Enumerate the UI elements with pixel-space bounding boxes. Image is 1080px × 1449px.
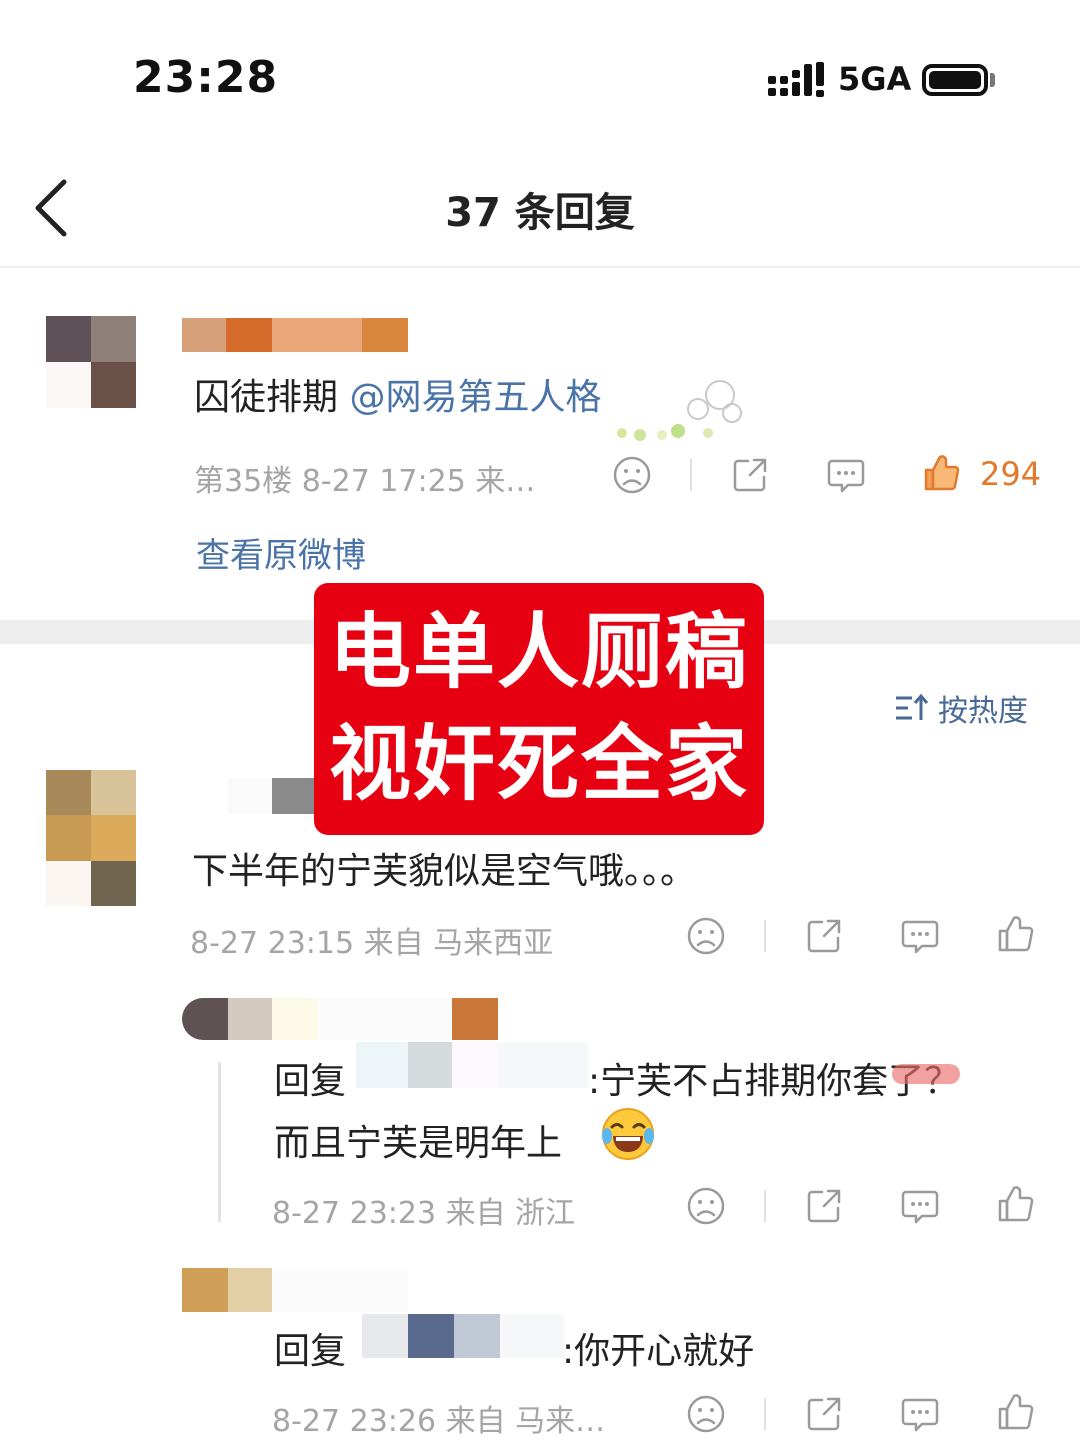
share-icon[interactable]	[804, 1186, 844, 1226]
action-separator	[764, 920, 766, 952]
comment-icon[interactable]	[826, 455, 866, 495]
nav-divider	[0, 266, 1080, 268]
comment-icon[interactable]	[900, 1394, 940, 1434]
overlay-line-2: 视奸死全家	[328, 717, 749, 812]
dislike-face-icon[interactable]	[686, 1394, 726, 1434]
comment-meta: 第35楼 8-27 17:25 来…	[194, 464, 536, 499]
action-separator	[764, 1190, 766, 1222]
thumbs-up-icon[interactable]	[996, 1184, 1036, 1224]
dislike-face-icon[interactable]	[612, 455, 652, 495]
dislike-face-icon[interactable]	[686, 1186, 726, 1226]
sort-icon	[896, 693, 929, 720]
page-title: 37 条回复	[445, 190, 635, 236]
share-icon[interactable]	[804, 916, 844, 956]
username[interactable]	[228, 778, 324, 814]
dislike-face-icon[interactable]	[686, 916, 726, 956]
mention-link[interactable]: @网易第五人格	[349, 377, 601, 418]
reply-thread-line	[218, 1062, 221, 1222]
thumbs-up-icon[interactable]	[996, 1392, 1036, 1432]
comment-text: 囚徒排期 @网易第五人格	[194, 368, 601, 420]
comment-icon[interactable]	[900, 1186, 940, 1226]
avatar[interactable]	[46, 770, 136, 906]
reply-prefix: 回复	[274, 1061, 347, 1102]
sort-label: 按热度	[938, 694, 1028, 729]
mentioned-username[interactable]	[362, 1314, 564, 1358]
mentioned-username[interactable]	[356, 1042, 588, 1088]
scribble-mark	[892, 1064, 960, 1084]
comment-text-prefix: 囚徒排期	[194, 377, 350, 418]
reply-text-line1: :你开心就好	[562, 1331, 755, 1372]
decorative-flowers	[617, 380, 742, 441]
username[interactable]	[182, 1268, 408, 1312]
network-type: 5GA	[838, 60, 912, 98]
share-icon[interactable]	[804, 1394, 844, 1434]
reply-prefix: 回复	[274, 1331, 347, 1372]
view-original-link[interactable]: 查看原微博	[196, 528, 366, 577]
thumbs-up-icon[interactable]	[922, 453, 962, 493]
share-icon[interactable]	[730, 455, 770, 495]
action-separator	[690, 459, 692, 491]
comment-meta: 8-27 23:23 来自 浙江	[272, 1196, 576, 1231]
like-count: 294	[980, 455, 1042, 493]
signal-icon	[768, 62, 824, 97]
comment-icon[interactable]	[900, 916, 940, 956]
username[interactable]	[182, 318, 408, 352]
laughing-emoji-icon	[602, 1108, 654, 1160]
status-time: 23:28	[133, 52, 279, 103]
action-separator	[764, 1398, 766, 1430]
comment-meta: 8-27 23:15 来自 马来西亚	[190, 926, 554, 961]
sort-button[interactable]: 按热度	[894, 688, 1028, 729]
overlay-banner: 电单人厕稿 视奸死全家	[314, 583, 764, 835]
comment-text: 下半年的宁芙貌似是空气哦。。。	[192, 851, 697, 892]
comment-meta: 8-27 23:26 来自 马来…	[272, 1404, 606, 1439]
overlay-line-1: 电单人厕稿	[328, 605, 749, 700]
username[interactable]	[182, 998, 498, 1040]
reply-text-line2: 而且宁芙是明年上	[274, 1123, 563, 1164]
avatar[interactable]	[46, 316, 136, 408]
battery-icon	[922, 64, 988, 96]
thumbs-up-icon[interactable]	[996, 914, 1036, 954]
battery-tip	[990, 73, 995, 87]
